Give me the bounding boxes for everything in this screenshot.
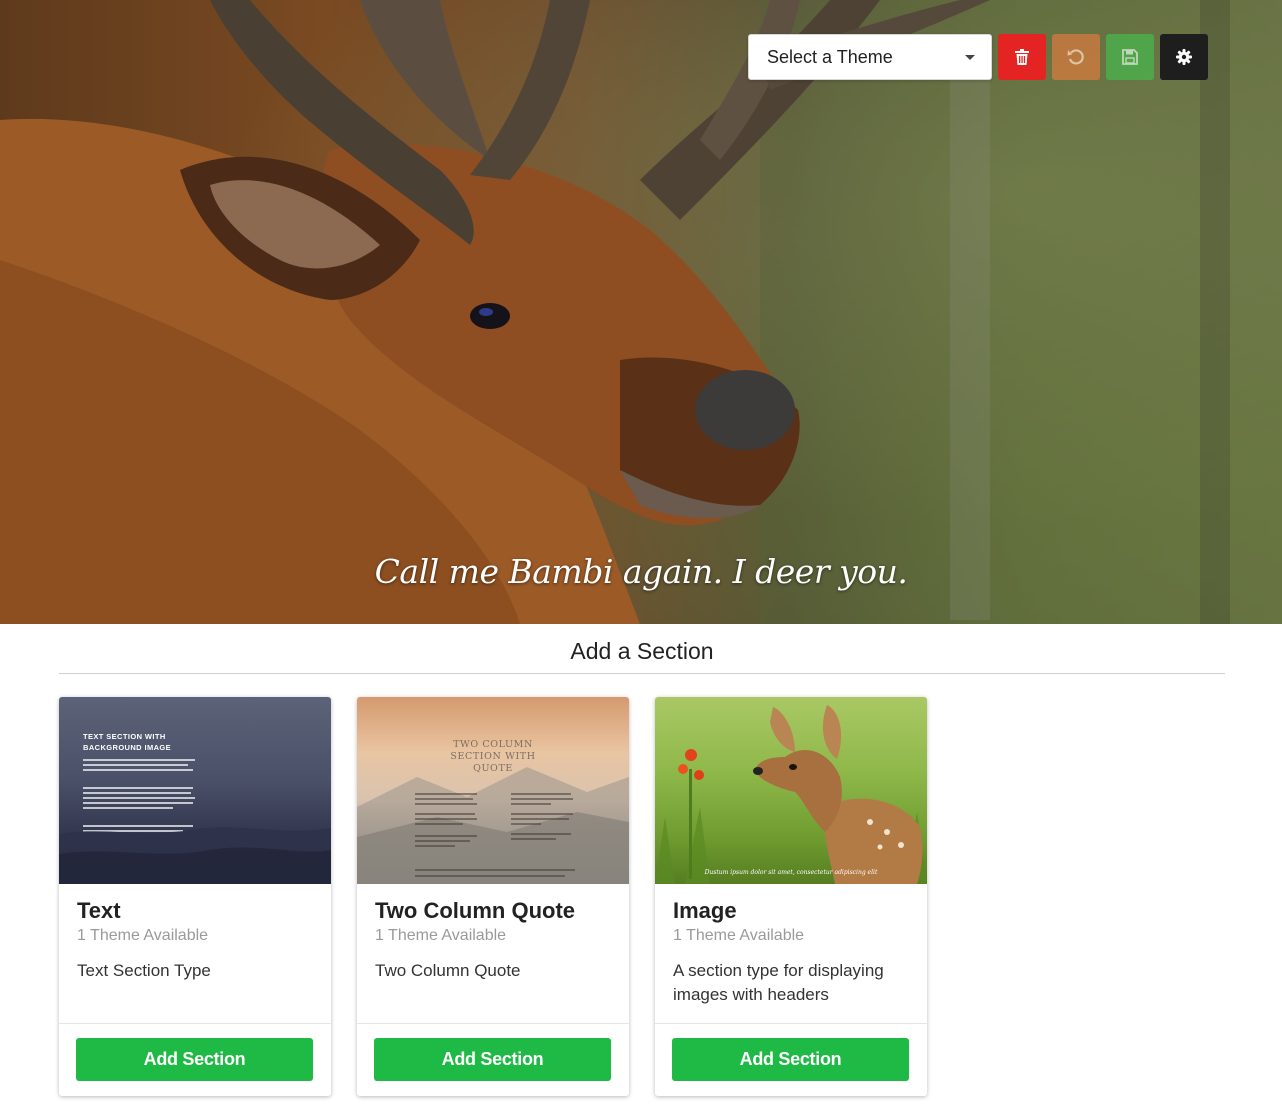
trash-icon: [1015, 49, 1029, 65]
settings-button[interactable]: [1160, 34, 1208, 80]
thumbnail-heading: TEXT SECTION WITH BACKGROUND IMAGE: [83, 732, 172, 752]
save-button[interactable]: [1106, 34, 1154, 80]
card-description: A section type for displaying images wit…: [673, 961, 884, 1004]
fawn-photo: [655, 705, 927, 884]
delete-button[interactable]: [998, 34, 1046, 80]
undo-icon: [1067, 49, 1084, 65]
add-section-heading: Add a Section: [59, 638, 1225, 674]
text-section-thumbnail: TEXT SECTION WITH BACKGROUND IMAGE: [59, 697, 331, 884]
undo-button[interactable]: [1052, 34, 1100, 80]
card-theme-count: 1 Theme Available: [77, 927, 209, 944]
card-title: Image: [673, 898, 737, 923]
elk-photo: [0, 0, 1282, 624]
theme-select[interactable]: Select a Theme: [748, 34, 992, 80]
image-section-thumbnail: Dustum ipsum dolor sit amet, consectetur…: [655, 697, 927, 884]
card-title: Two Column Quote: [375, 898, 576, 923]
card-theme-count: 1 Theme Available: [673, 927, 805, 944]
section-card-text: TEXT SECTION WITH BACKGROUND IMAGE Text …: [59, 697, 331, 1096]
hero-banner: Call me Bambi again. I deer you.: [0, 0, 1282, 624]
gear-icon: [1176, 49, 1192, 65]
hero-caption: Call me Bambi again. I deer you.: [374, 552, 908, 591]
thumbnail-caption: Dustum ipsum dolor sit amet, consectetur…: [704, 869, 878, 876]
card-title: Text: [77, 898, 121, 923]
card-description: Text Section Type: [77, 961, 211, 980]
card-description: Two Column Quote: [375, 961, 521, 980]
card-theme-count: 1 Theme Available: [375, 927, 507, 944]
floppy-icon: [1122, 49, 1138, 65]
theme-select-value: Select a Theme: [767, 46, 893, 67]
sea-waves-image: [59, 827, 331, 884]
editor-toolbar: Select a Theme: [748, 34, 1208, 80]
two-column-quote-thumbnail: TWO COLUMN SECTION WITH QUOTE: [357, 697, 629, 884]
add-section-button-two-column-quote[interactable]: Add Section: [374, 1038, 611, 1081]
section-card-image: Dustum ipsum dolor sit amet, consectetur…: [655, 697, 927, 1096]
mountain-landscape-image: [357, 767, 629, 884]
thumbnail-heading: TWO COLUMN SECTION WITH QUOTE: [450, 739, 536, 774]
add-section-button-image[interactable]: Add Section: [672, 1038, 909, 1081]
section-card-two-column-quote: TWO COLUMN SECTION WITH QUOTE Two Column…: [357, 697, 629, 1096]
caret-down-icon: [965, 54, 975, 60]
add-section-button-text[interactable]: Add Section: [76, 1038, 313, 1081]
